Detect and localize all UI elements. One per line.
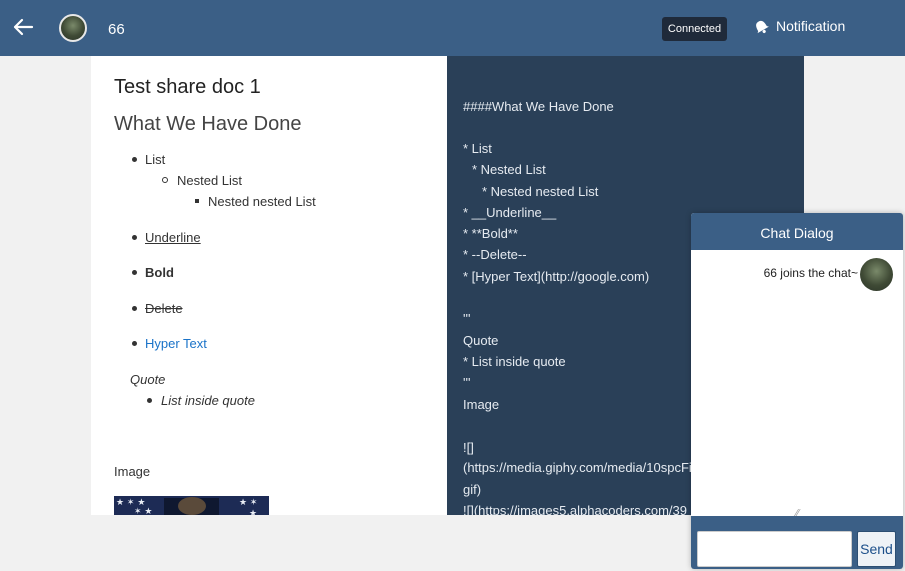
bullet-circle [162,177,168,183]
user-avatar[interactable] [59,14,87,42]
bullet-disc [132,306,137,311]
image-label: Image [114,464,151,479]
chat-avatar [860,258,893,291]
editor-line: Quote [463,333,499,348]
editor-line: * **Bold** [463,226,518,241]
list-item: List [145,152,166,167]
editor-line: * [Hyper Text](http://google.com) [463,269,650,284]
embedded-image: ★ ✶ ★ ✶ ★ ★ ✶ ★ [114,496,269,515]
delete-item: Delete [145,301,183,316]
bell-icon [756,20,769,34]
quote-list-item: List inside quote [161,393,255,408]
editor-line: ####What We Have Done [463,99,614,114]
notification-label: Notification [776,18,846,34]
nested-list-item: Nested List [177,173,243,188]
chat-dialog: Chat Dialog 66 joins the chat~ ⁄⁄ Send [691,213,903,569]
editor-line: * List [463,141,492,156]
bullet-square [195,199,199,203]
bold-item: Bold [145,265,174,280]
editor-line: ''' [463,375,471,390]
editor-line: * --Delete-- [463,247,527,262]
underline-item: Underline [145,230,201,245]
chat-footer: Send [691,516,903,569]
hyper-text-link[interactable]: Hyper Text [145,336,207,351]
notification-button[interactable]: Notification [752,17,845,35]
svg-text:★: ★ [249,509,257,515]
editor-line: (https://media.giphy.com/media/10spcFi [463,460,692,475]
bullet-disc [132,341,137,346]
editor-line: Image [463,397,500,412]
quote-text: Quote [130,372,166,387]
bullet-disc [132,157,137,162]
bullet-disc [132,270,137,275]
connection-status-badge: Connected [662,17,727,41]
editor-line: gif) [463,482,482,497]
editor-line: * Nested List [472,162,546,177]
back-arrow-icon[interactable] [10,14,36,40]
send-button[interactable]: Send [857,531,896,567]
editor-line: ![](https://images5.alphacoders.com/39 [463,503,688,515]
document-preview: Test share doc 1 What We Have Done List … [91,56,447,515]
svg-text:★ ✶: ★ ✶ [239,498,257,508]
top-app-bar: 66 Connected Notification [0,0,905,56]
svg-text:✶ ★: ✶ ★ [134,507,152,515]
bullet-disc [147,398,152,403]
editor-line: * List inside quote [463,354,566,369]
nested-nested-list-item: Nested nested List [208,194,316,209]
editor-line: ''' [463,311,471,326]
page-title: 66 [108,21,125,38]
chat-dialog-title: Chat Dialog [691,213,903,250]
editor-line: ![] [463,440,474,455]
editor-line: * __Underline__ [463,205,557,220]
chat-message: 66 joins the chat~ [763,266,858,280]
bullet-disc [132,235,137,240]
chat-input[interactable] [697,531,852,567]
section-heading: What We Have Done [114,113,302,135]
editor-line: * Nested nested List [482,184,599,199]
document-title: Test share doc 1 [114,76,261,98]
